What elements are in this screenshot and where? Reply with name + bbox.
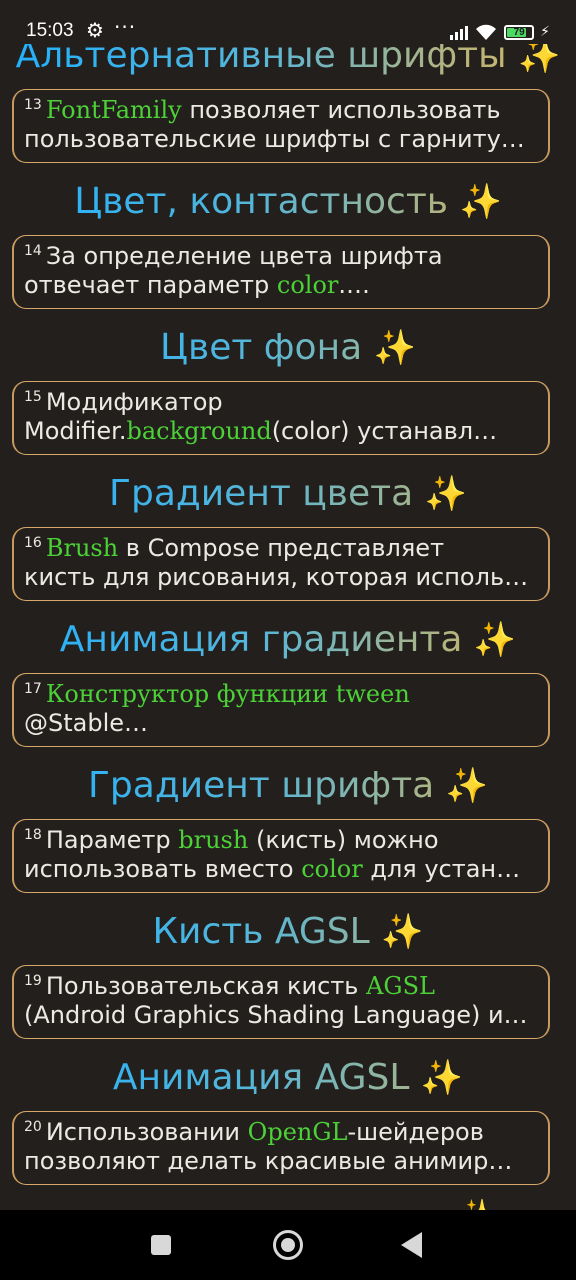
keyword: brush — [178, 826, 249, 854]
card-text: Параметр — [45, 826, 179, 854]
recents-square-icon[interactable] — [151, 1235, 171, 1255]
card-17[interactable]: 17 Конструктор функции tween @Stable… — [12, 673, 550, 747]
charging-icon: ⚡ — [540, 24, 550, 40]
signal-icon — [450, 24, 469, 40]
item-number: 16 — [24, 535, 42, 551]
card-text: .… — [338, 271, 371, 299]
battery-percent: 79 — [513, 26, 525, 38]
card-text: для устан… — [362, 855, 521, 883]
keyword: Brush — [45, 534, 119, 562]
section-title-agsl-animation: Анимация AGSL ✨ — [0, 1056, 576, 1100]
card-text: (кисть) можно — [248, 826, 439, 854]
sparkles-icon: ✨ — [459, 182, 502, 222]
keyword: FontFamily — [45, 96, 182, 124]
keyword: color — [301, 855, 363, 883]
section-title-color-gradient: Градиент цвета ✨ — [0, 472, 576, 516]
item-number: 19 — [24, 973, 42, 989]
card-13[interactable]: 13 FontFamily позволяет использовать поль… — [12, 89, 550, 163]
sparkles-icon: ✨ — [473, 620, 517, 660]
home-dot — [281, 1238, 295, 1252]
back-triangle-icon[interactable] — [401, 1232, 422, 1258]
section-title-color-contrast: Цвет, контастность ✨ — [0, 180, 576, 224]
sparkles-icon: ✨ — [381, 912, 424, 952]
card-text: Modifier. — [24, 417, 127, 445]
card-text: в Compose представляет — [118, 534, 445, 562]
card-text: отвечает параметр — [24, 271, 277, 299]
card-text: позволяют делать красивые анимир… — [24, 1147, 513, 1175]
status-icons: 79 ⚡ — [450, 22, 550, 42]
status-bar: 15:03 ⚙ ··· 79 ⚡ — [0, 0, 576, 44]
section-title-font-gradient: Градиент шрифта ✨ — [0, 764, 576, 808]
item-number: 20 — [24, 1119, 42, 1135]
sparkles-icon: ✨ — [373, 328, 416, 368]
sparkles-icon: ✨ — [420, 1058, 464, 1098]
status-time: 15:03 — [26, 20, 74, 41]
more-notifications-icon: ··· — [114, 15, 137, 39]
item-number: 15 — [24, 389, 42, 405]
card-text: использовать вместо — [24, 855, 302, 883]
keyword: OpenGL — [247, 1118, 348, 1146]
card-text: Пользовательская кисть — [45, 972, 367, 1000]
card-text: (color) устанавл… — [271, 417, 498, 445]
section-title-gradient-animation: Анимация градиента ✨ — [0, 618, 576, 662]
card-text: За определение цвета шрифта — [45, 242, 443, 270]
card-text: -шейдеров — [347, 1118, 484, 1146]
card-text: позволяет использовать — [181, 96, 501, 124]
card-20[interactable]: 20 Использовании OpenGL-шейдеров позволяю… — [12, 1111, 550, 1185]
card-15[interactable]: 15 Модификатор Modifier.background(color)… — [12, 381, 550, 455]
section-title-background-color: Цвет фона ✨ — [0, 326, 576, 370]
sparkles-icon: ✨ — [458, 1198, 495, 1210]
card-text: (Android Graphics Shading Language) и… — [24, 1001, 528, 1029]
card-text: Модификатор — [45, 388, 223, 416]
item-number: 17 — [24, 681, 42, 697]
wifi-icon — [476, 24, 497, 40]
item-number: 13 — [24, 97, 42, 113]
card-19[interactable]: 19 Пользовательская кисть AGSL (Android G… — [12, 965, 550, 1039]
item-number: 14 — [24, 243, 42, 259]
gear-icon: ⚙ — [86, 18, 104, 42]
item-number: 18 — [24, 827, 42, 843]
card-16[interactable]: 16 Brush в Compose представляет кисть для… — [12, 527, 550, 601]
sparkles-icon: ✨ — [445, 766, 489, 806]
card-18[interactable]: 18 Параметр brush (кисть) можно использов… — [12, 819, 550, 893]
content-list[interactable]: Альтернативные шрифты ✨ 13 FontFamily поз… — [0, 0, 576, 1210]
sparkles-icon: ✨ — [424, 474, 467, 514]
keyword: background — [126, 417, 272, 445]
section-title-agsl-brush: Кисть AGSL ✨ — [0, 910, 576, 954]
keyword: Конструктор функции tween — [45, 680, 410, 708]
card-text: кисть для рисования, которая исполь… — [24, 563, 529, 591]
card-text: пользовательские шрифты с гарниту… — [24, 125, 525, 153]
card-text: Использовании — [45, 1118, 248, 1146]
keyword: color — [276, 271, 339, 299]
card-14[interactable]: 14 За определение цвета шрифта отвечает п… — [12, 235, 550, 309]
card-text: @Stable… — [24, 709, 149, 737]
battery-icon: 79 — [504, 24, 535, 40]
keyword: AGSL — [366, 972, 435, 1000]
